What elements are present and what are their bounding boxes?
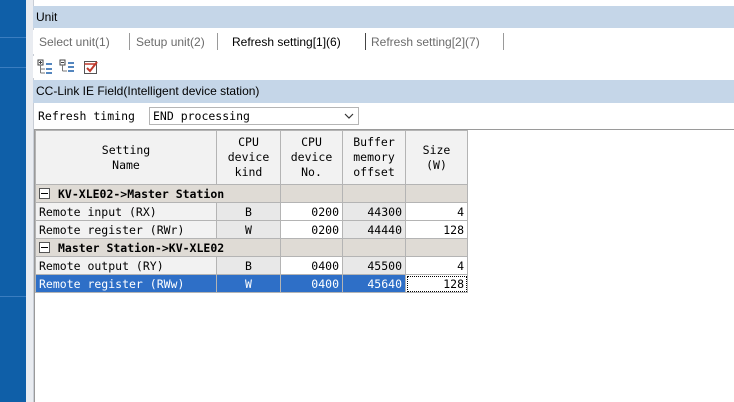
group-title: Master Station->KV-XLE02 bbox=[58, 240, 225, 255]
size-cell[interactable]: 128 bbox=[405, 220, 468, 239]
header-text: CPU device kind bbox=[227, 135, 270, 179]
group-cell bbox=[405, 238, 468, 257]
collapse-icon[interactable] bbox=[39, 187, 50, 199]
header-text: Setting Name bbox=[101, 142, 151, 172]
table-row[interactable]: Remote register (RWr) W 0200 44440 128 bbox=[35, 220, 468, 239]
refresh-settings-grid: Setting Name CPU device kind CPU device … bbox=[34, 129, 734, 402]
setting-name-cell: Remote register (RWr) bbox=[35, 220, 217, 239]
header-text: Buffer memory offset bbox=[353, 135, 395, 179]
setting-name-cell: Remote register (RWw) bbox=[35, 274, 217, 293]
table-row-selected[interactable]: Remote register (RWw) W 0400 45640 128 bbox=[35, 274, 468, 293]
group-cell bbox=[280, 184, 343, 203]
cpu-device-kind-cell[interactable]: W bbox=[216, 274, 281, 293]
group-cell bbox=[280, 238, 343, 257]
chevron-down-icon bbox=[344, 113, 354, 119]
refresh-timing-label: Refresh timing bbox=[38, 109, 135, 123]
refresh-timing-select[interactable]: END processing bbox=[149, 107, 359, 125]
buffer-memory-offset-cell: 45640 bbox=[342, 274, 406, 293]
refresh-timing-value: END processing bbox=[153, 109, 250, 123]
group-cell bbox=[342, 238, 406, 257]
group-cell bbox=[342, 184, 406, 203]
cpu-device-no-cell[interactable]: 0200 bbox=[280, 220, 343, 239]
left-bar-divider bbox=[0, 67, 26, 68]
size-cell-focused[interactable]: 128 bbox=[405, 274, 468, 293]
header-text: CPU device No. bbox=[290, 135, 333, 179]
setting-name-cell: Remote input (RX) bbox=[35, 202, 217, 221]
unit-header: Unit bbox=[33, 6, 734, 28]
check-settings-icon[interactable] bbox=[83, 59, 99, 75]
cpu-device-no-cell[interactable]: 0400 bbox=[280, 256, 343, 275]
cpu-device-kind-cell[interactable]: B bbox=[216, 256, 281, 275]
collapse-icon[interactable] bbox=[39, 241, 50, 253]
collapse-all-icon[interactable] bbox=[59, 59, 75, 75]
group-row[interactable]: KV-XLE02->Master Station bbox=[35, 184, 468, 203]
buffer-memory-offset-cell: 44300 bbox=[342, 202, 406, 221]
table-row[interactable]: Remote input (RX) B 0200 44300 4 bbox=[35, 202, 468, 221]
left-bar-divider bbox=[0, 296, 26, 297]
column-header-size: Size (W) bbox=[405, 130, 468, 185]
group-cell bbox=[405, 184, 468, 203]
column-header-buffer-memory-offset: Buffer memory offset bbox=[342, 130, 406, 185]
tab-refresh-setting-2[interactable]: Refresh setting[2](7) bbox=[371, 34, 480, 50]
tab-separator bbox=[129, 33, 130, 50]
left-bar-divider bbox=[0, 37, 26, 38]
group-row[interactable]: Master Station->KV-XLE02 bbox=[35, 238, 468, 257]
header-text: Size (W) bbox=[422, 142, 451, 172]
refresh-timing-row: Refresh timing END processing bbox=[33, 104, 734, 128]
group-title-cell: KV-XLE02->Master Station bbox=[35, 184, 281, 203]
size-cell[interactable]: 4 bbox=[405, 202, 468, 221]
refresh-settings-table: Setting Name CPU device kind CPU device … bbox=[35, 130, 468, 293]
expand-all-icon[interactable] bbox=[37, 59, 53, 75]
group-title: KV-XLE02->Master Station bbox=[58, 186, 225, 201]
cpu-device-kind-cell[interactable]: W bbox=[216, 220, 281, 239]
cpu-device-kind-cell[interactable]: B bbox=[216, 202, 281, 221]
tab-separator bbox=[365, 33, 366, 50]
column-header-cpu-device-kind: CPU device kind bbox=[216, 130, 281, 185]
cpu-device-no-cell[interactable]: 0400 bbox=[280, 274, 343, 293]
toolbar bbox=[33, 56, 734, 78]
tab-bar: Select unit(1) Setup unit(2) Refresh set… bbox=[33, 30, 734, 54]
unit-pane: Unit Select unit(1) Setup unit(2) Refres… bbox=[33, 0, 734, 402]
column-header-cpu-device-no: CPU device No. bbox=[280, 130, 343, 185]
left-navigation-bar bbox=[0, 0, 26, 402]
tab-separator bbox=[217, 33, 218, 50]
tab-setup-unit[interactable]: Setup unit(2) bbox=[136, 34, 205, 50]
section-title: CC-Link IE Field(Intelligent device stat… bbox=[33, 80, 734, 103]
tab-separator bbox=[503, 33, 504, 50]
cpu-device-no-cell[interactable]: 0200 bbox=[280, 202, 343, 221]
size-cell[interactable]: 4 bbox=[405, 256, 468, 275]
buffer-memory-offset-cell: 44440 bbox=[342, 220, 406, 239]
table-row[interactable]: Remote output (RY) B 0400 45500 4 bbox=[35, 256, 468, 275]
table-header-row: Setting Name CPU device kind CPU device … bbox=[35, 130, 468, 185]
buffer-memory-offset-cell: 45500 bbox=[342, 256, 406, 275]
setting-name-cell: Remote output (RY) bbox=[35, 256, 217, 275]
group-title-cell: Master Station->KV-XLE02 bbox=[35, 238, 281, 257]
tab-select-unit[interactable]: Select unit(1) bbox=[39, 34, 110, 50]
column-header-setting-name: Setting Name bbox=[35, 130, 217, 185]
tab-refresh-setting-1[interactable]: Refresh setting[1](6) bbox=[232, 34, 341, 50]
